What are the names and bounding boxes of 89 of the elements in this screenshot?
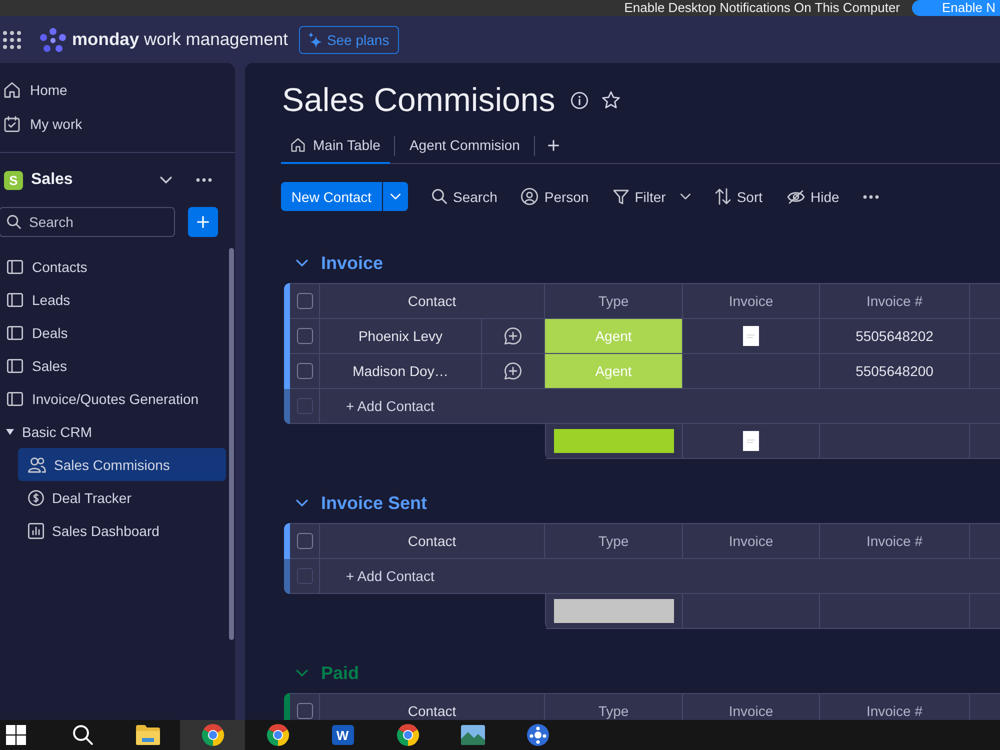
chevron-down-icon[interactable] [160, 176, 172, 184]
sidebar-item[interactable]: Invoice/Quotes Generation [0, 382, 225, 415]
board-icon [7, 358, 23, 372]
toolbar-button[interactable]: Sort [708, 182, 769, 211]
people-icon [28, 456, 46, 472]
round-logo-icon [266, 724, 288, 746]
board-icon [7, 260, 23, 274]
dotted-circle-app-icon [526, 724, 548, 746]
checkbox[interactable] [296, 363, 312, 379]
search-icon [72, 725, 92, 745]
chat-plus-icon[interactable] [504, 327, 522, 345]
nav-item[interactable]: My work [0, 107, 225, 141]
group-title: Paid [321, 662, 360, 684]
chat-plus-icon[interactable] [504, 362, 522, 380]
board-icon [7, 292, 23, 306]
dollar-circle-icon [28, 490, 44, 506]
chevron-down-icon[interactable] [296, 259, 308, 267]
tab[interactable]: Main Table [281, 128, 390, 164]
checkbox[interactable] [296, 293, 312, 309]
chevron-down-icon [390, 193, 401, 200]
sidebar-item[interactable]: Deals [0, 316, 225, 349]
group-title: Invoice [321, 252, 384, 274]
flower-logo-icon [40, 28, 66, 52]
person-icon [521, 188, 538, 205]
tab[interactable]: Agent Commision [399, 128, 530, 164]
group-color-bar [284, 523, 290, 594]
round-logo-icon [396, 724, 418, 746]
search-field[interactable]: Search [0, 207, 175, 237]
filter-icon [612, 188, 629, 204]
taskbar-button[interactable]: W [310, 720, 375, 750]
chevron-down-icon[interactable] [296, 499, 308, 507]
workspace-badge: S [4, 170, 23, 190]
board-icon [7, 326, 23, 340]
sidebar-item[interactable]: Deal Tracker [18, 481, 226, 514]
file-thumbnail-icon[interactable] [743, 326, 759, 346]
bar-chart-icon [28, 522, 44, 538]
file-thumbnail-icon[interactable] [743, 431, 759, 451]
add-button[interactable] [188, 207, 218, 237]
calendar-check-icon [4, 116, 20, 132]
windows-logo-icon [6, 725, 26, 745]
sidebar-item[interactable]: Contacts [0, 250, 225, 283]
triangle-down-icon[interactable] [6, 428, 14, 434]
toolbar-button[interactable]: Filter [606, 182, 697, 211]
sidebar-item[interactable]: Leads [0, 283, 225, 316]
apps-grid-icon[interactable] [3, 30, 21, 48]
more-icon[interactable] [863, 194, 880, 198]
plus-icon [197, 216, 209, 228]
eye-slash-icon [786, 190, 805, 204]
home-icon [4, 82, 20, 98]
home-icon [291, 138, 305, 152]
add-item-button[interactable]: + Add Contact [346, 398, 434, 414]
sidebar-item[interactable]: Sales Dashboard [18, 514, 226, 547]
star-icon[interactable] [602, 91, 620, 109]
taskbar-button[interactable] [180, 720, 245, 750]
search-icon [432, 189, 447, 204]
sidebar-item[interactable]: Sales Commisions [18, 448, 226, 481]
toolbar-button[interactable]: Search [426, 182, 504, 211]
board-icon [7, 392, 23, 406]
checkbox[interactable] [296, 703, 312, 719]
sidebar-item[interactable]: Sales [0, 349, 225, 382]
checkbox[interactable] [296, 568, 312, 584]
workspace-name[interactable]: Sales [31, 171, 160, 189]
document-app-icon: W [332, 725, 354, 745]
see-plans-button[interactable]: See plans [298, 26, 400, 54]
notification-text: Enable Desktop Notifications On This Computer [624, 0, 900, 16]
search-icon [7, 215, 21, 229]
more-icon[interactable] [196, 178, 212, 182]
nav-item[interactable]: Home [0, 73, 225, 107]
round-logo-icon [202, 724, 224, 746]
toolbar-button[interactable]: Person [515, 182, 595, 211]
checkbox[interactable] [296, 328, 312, 344]
checkbox[interactable] [296, 398, 312, 414]
plus-icon[interactable] [548, 140, 559, 151]
add-item-button[interactable]: + Add Contact [346, 568, 434, 584]
group-color-bar [284, 693, 290, 720]
info-icon[interactable] [571, 92, 588, 108]
new-item-button[interactable]: New Contact [281, 182, 382, 211]
checkbox[interactable] [296, 533, 312, 549]
group-title: Invoice Sent [321, 492, 428, 514]
scrollbar-thumb[interactable] [229, 248, 234, 640]
folder-item[interactable]: Basic CRM [0, 415, 225, 448]
board-title: Sales Commisions [282, 81, 556, 119]
landscape-photo-icon [460, 725, 484, 745]
sparkle-icon [308, 32, 322, 48]
brand-name: monday work management [72, 29, 288, 50]
folder-icon [136, 725, 160, 745]
toolbar-button[interactable]: Hide [780, 182, 846, 211]
dropdown-button[interactable] [383, 182, 408, 211]
sort-icon [714, 188, 731, 205]
